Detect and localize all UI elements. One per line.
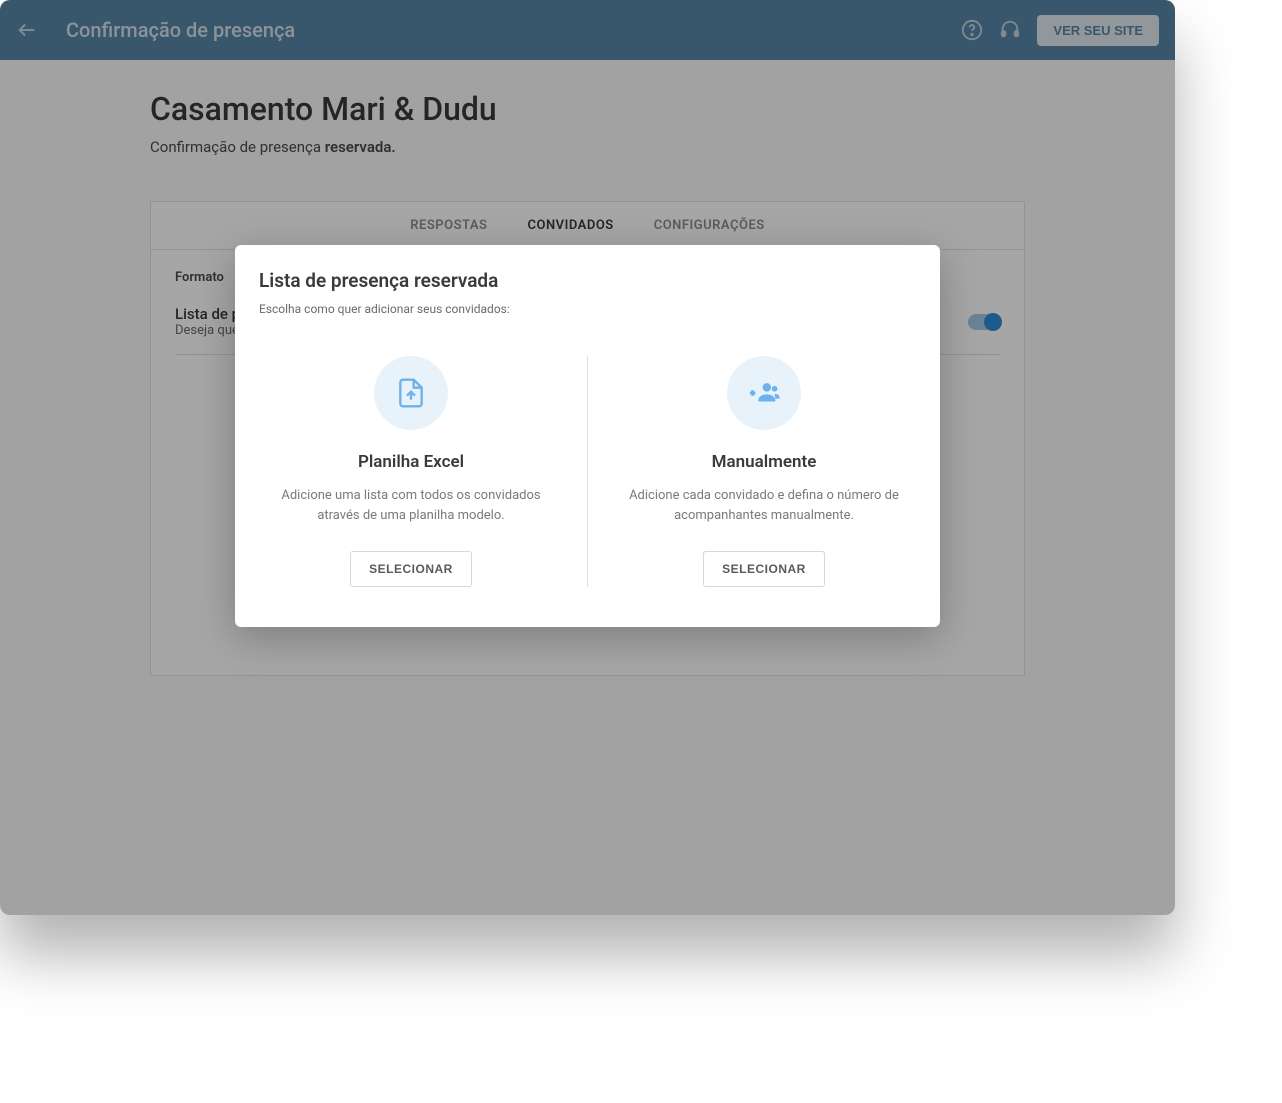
modal-overlay[interactable]: Lista de presença reservada Escolha como… [0,0,1175,915]
modal-options: Planilha Excel Adicione uma lista com to… [235,356,940,587]
modal-subtitle: Escolha como quer adicionar seus convida… [259,302,916,316]
modal-title: Lista de presença reservada [259,269,916,292]
select-excel-button[interactable]: SELECIONAR [350,551,472,587]
option-excel: Planilha Excel Adicione uma lista com to… [235,356,588,587]
select-manual-button[interactable]: SELECIONAR [703,551,825,587]
option-manual: Manualmente Adicione cada convidado e de… [588,356,940,587]
option-excel-title: Planilha Excel [358,452,464,472]
option-excel-desc: Adicione uma lista com todos os convidad… [275,486,547,525]
option-manual-title: Manualmente [712,452,817,472]
modal-header: Lista de presença reservada Escolha como… [235,269,940,316]
modal-dialog: Lista de presença reservada Escolha como… [235,245,940,627]
option-manual-desc: Adicione cada convidado e defina o númer… [628,486,900,525]
app-frame: Confirmação de presença VER SEU SITE Cas… [0,0,1175,915]
file-upload-icon [374,356,448,430]
add-people-icon [727,356,801,430]
